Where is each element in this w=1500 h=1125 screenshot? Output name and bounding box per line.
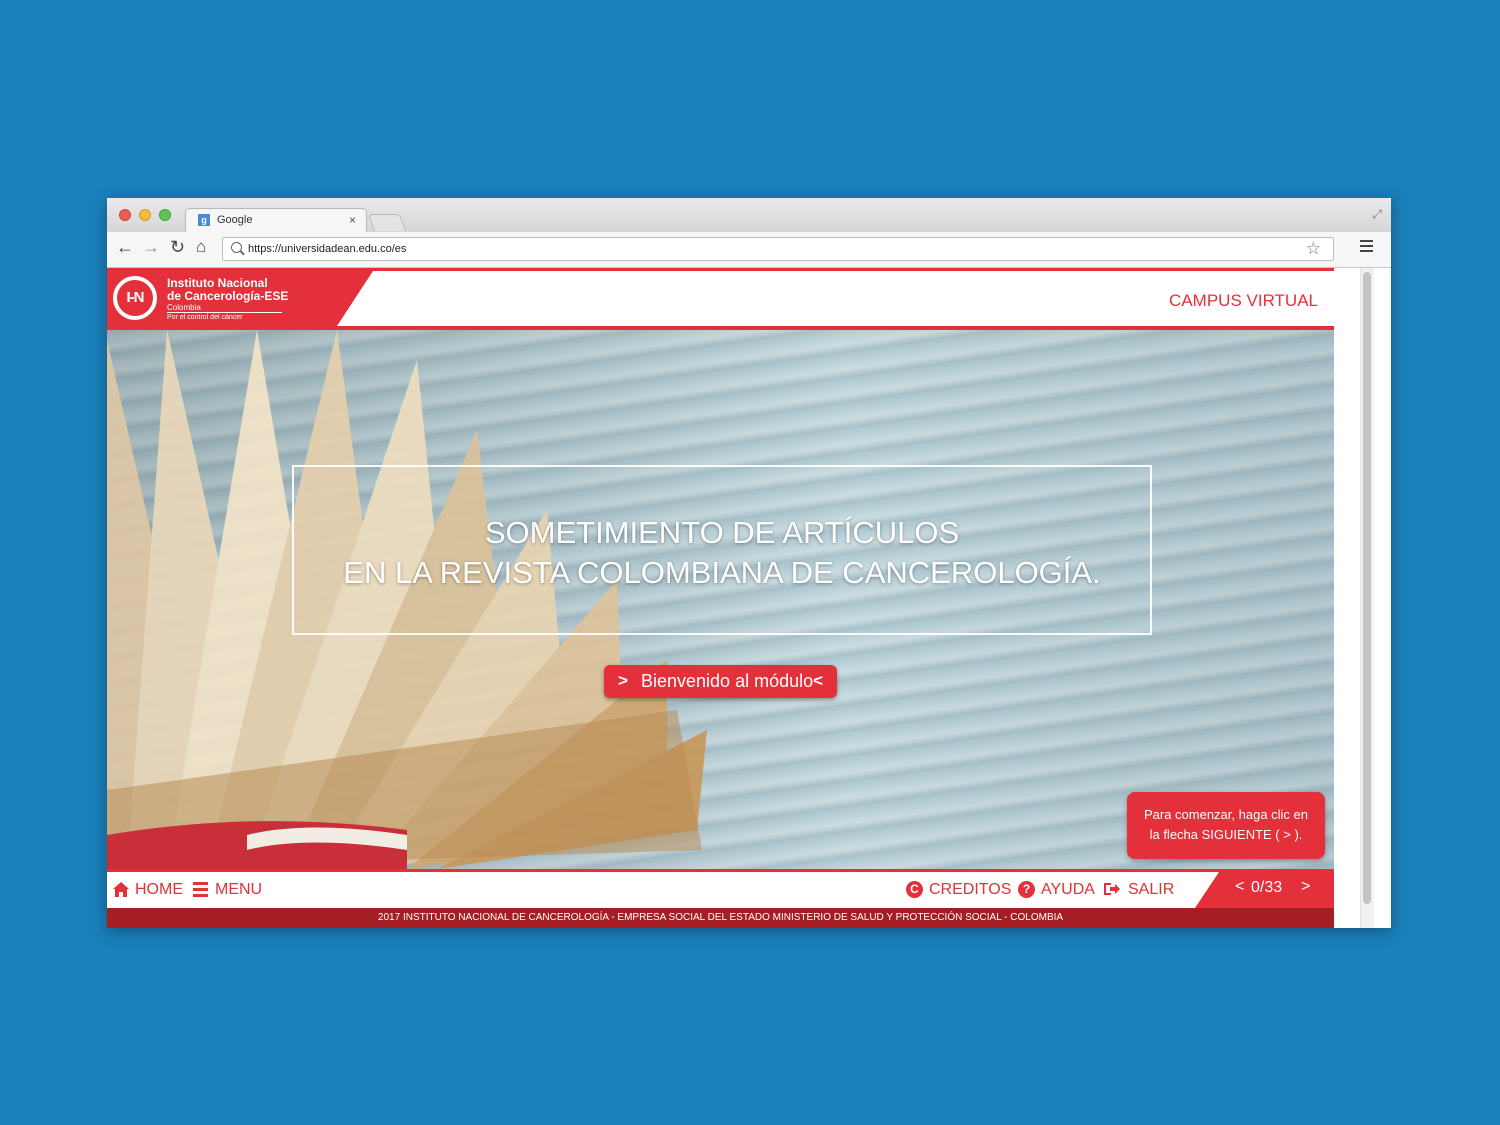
logo-slant-shape	[337, 271, 373, 326]
campus-virtual-link[interactable]: CAMPUS VIRTUAL	[1169, 291, 1318, 311]
search-icon	[231, 242, 242, 253]
module-title-line1: SOMETIMIENTO DE ARTÍCULOS	[484, 515, 960, 550]
logo-name-line1: Instituto Nacional	[167, 276, 268, 290]
forward-arrow-icon[interactable]: →	[142, 237, 160, 258]
browser-window: g Google × ⤢ ← → ↻ ⌂ https://universidad…	[107, 198, 1391, 928]
hint-line2: la flecha SIGUIENTE ( > ).	[1149, 827, 1303, 842]
page-pager: < 0/33 >	[1195, 869, 1334, 908]
address-toolbar: ← → ↻ ⌂ https://universidadean.edu.co/es…	[107, 232, 1391, 268]
menu-link[interactable]: MENU	[215, 881, 262, 899]
fullscreen-icon[interactable]: ⤢	[1372, 207, 1382, 222]
close-window-button[interactable]	[119, 209, 131, 221]
welcome-button[interactable]: > Bienvenido al módulo <	[604, 665, 837, 698]
next-page-button[interactable]: >	[1301, 878, 1310, 896]
exit-icon[interactable]	[1103, 881, 1121, 897]
new-tab-button[interactable]	[367, 214, 407, 231]
page-scrollbar-area	[1334, 268, 1391, 928]
site-header: I-N Instituto Nacional de Cancerología-E…	[107, 268, 1334, 330]
creditos-link[interactable]: CREDITOS	[929, 881, 1011, 899]
home-link[interactable]: HOME	[135, 881, 183, 899]
hero-banner: SOMETIMIENTO DE ARTÍCULOS EN LA REVISTA …	[107, 330, 1334, 869]
page-counter: 0/33	[1251, 879, 1283, 896]
institution-logo[interactable]: I-N Instituto Nacional de Cancerología-E…	[107, 271, 337, 326]
tab-strip: g Google × ⤢	[107, 198, 1391, 232]
course-navigation-bar: HOME MENU C CREDITOS ? AYUDA SALIR < 0/3…	[107, 869, 1334, 908]
url-text: https://universidadean.edu.co/es	[248, 243, 407, 255]
module-title-line2: EN LA REVISTA COLOMBIANA DE CANCEROLOGÍA…	[343, 555, 1101, 590]
logo-mark-icon: I-N	[113, 276, 157, 320]
hamburger-menu-icon[interactable]	[1360, 240, 1373, 255]
help-icon[interactable]: ?	[1018, 881, 1035, 898]
footer-copyright: 2017 INSTITUTO NACIONAL DE CANCEROLOGÍA …	[107, 908, 1334, 928]
web-page: I-N Instituto Nacional de Cancerología-E…	[107, 268, 1334, 928]
logo-tagline: Por el control del cáncer	[167, 314, 243, 321]
star-icon[interactable]: ☆	[1306, 239, 1321, 259]
google-favicon-icon: g	[198, 214, 210, 226]
close-tab-icon[interactable]: ×	[349, 213, 356, 227]
back-arrow-icon[interactable]: ←	[116, 237, 134, 258]
home-icon[interactable]: ⌂	[196, 237, 206, 257]
chevron-left-icon: <	[813, 671, 823, 690]
module-title-box: SOMETIMIENTO DE ARTÍCULOS EN LA REVISTA …	[292, 465, 1152, 635]
hint-line1: Para comenzar, haga clic en	[1143, 807, 1309, 822]
address-bar[interactable]: https://universidadean.edu.co/es ☆	[222, 237, 1334, 261]
home-icon[interactable]	[112, 881, 130, 898]
zoom-window-button[interactable]	[159, 209, 171, 221]
reload-icon[interactable]: ↻	[170, 237, 185, 258]
menu-list-icon[interactable]	[193, 882, 208, 900]
logo-divider	[167, 312, 282, 313]
pager-slant-shape	[1195, 869, 1221, 908]
logo-country: Colombia	[167, 303, 201, 312]
credits-icon[interactable]: C	[906, 881, 923, 898]
chevron-right-icon: >	[618, 671, 628, 690]
ayuda-link[interactable]: AYUDA	[1041, 881, 1095, 899]
minimize-window-button[interactable]	[139, 209, 151, 221]
tab-title: Google	[217, 214, 253, 226]
scrollbar-thumb[interactable]	[1363, 272, 1371, 904]
salir-link[interactable]: SALIR	[1128, 881, 1174, 899]
welcome-label: Bienvenido al módulo	[641, 671, 814, 691]
logo-name-line2: de Cancerología-ESE	[167, 289, 289, 303]
previous-page-button[interactable]: <	[1235, 878, 1244, 896]
start-hint-tooltip: Para comenzar, haga clic en la flecha SI…	[1127, 792, 1325, 859]
browser-tab[interactable]: g Google ×	[185, 208, 367, 232]
